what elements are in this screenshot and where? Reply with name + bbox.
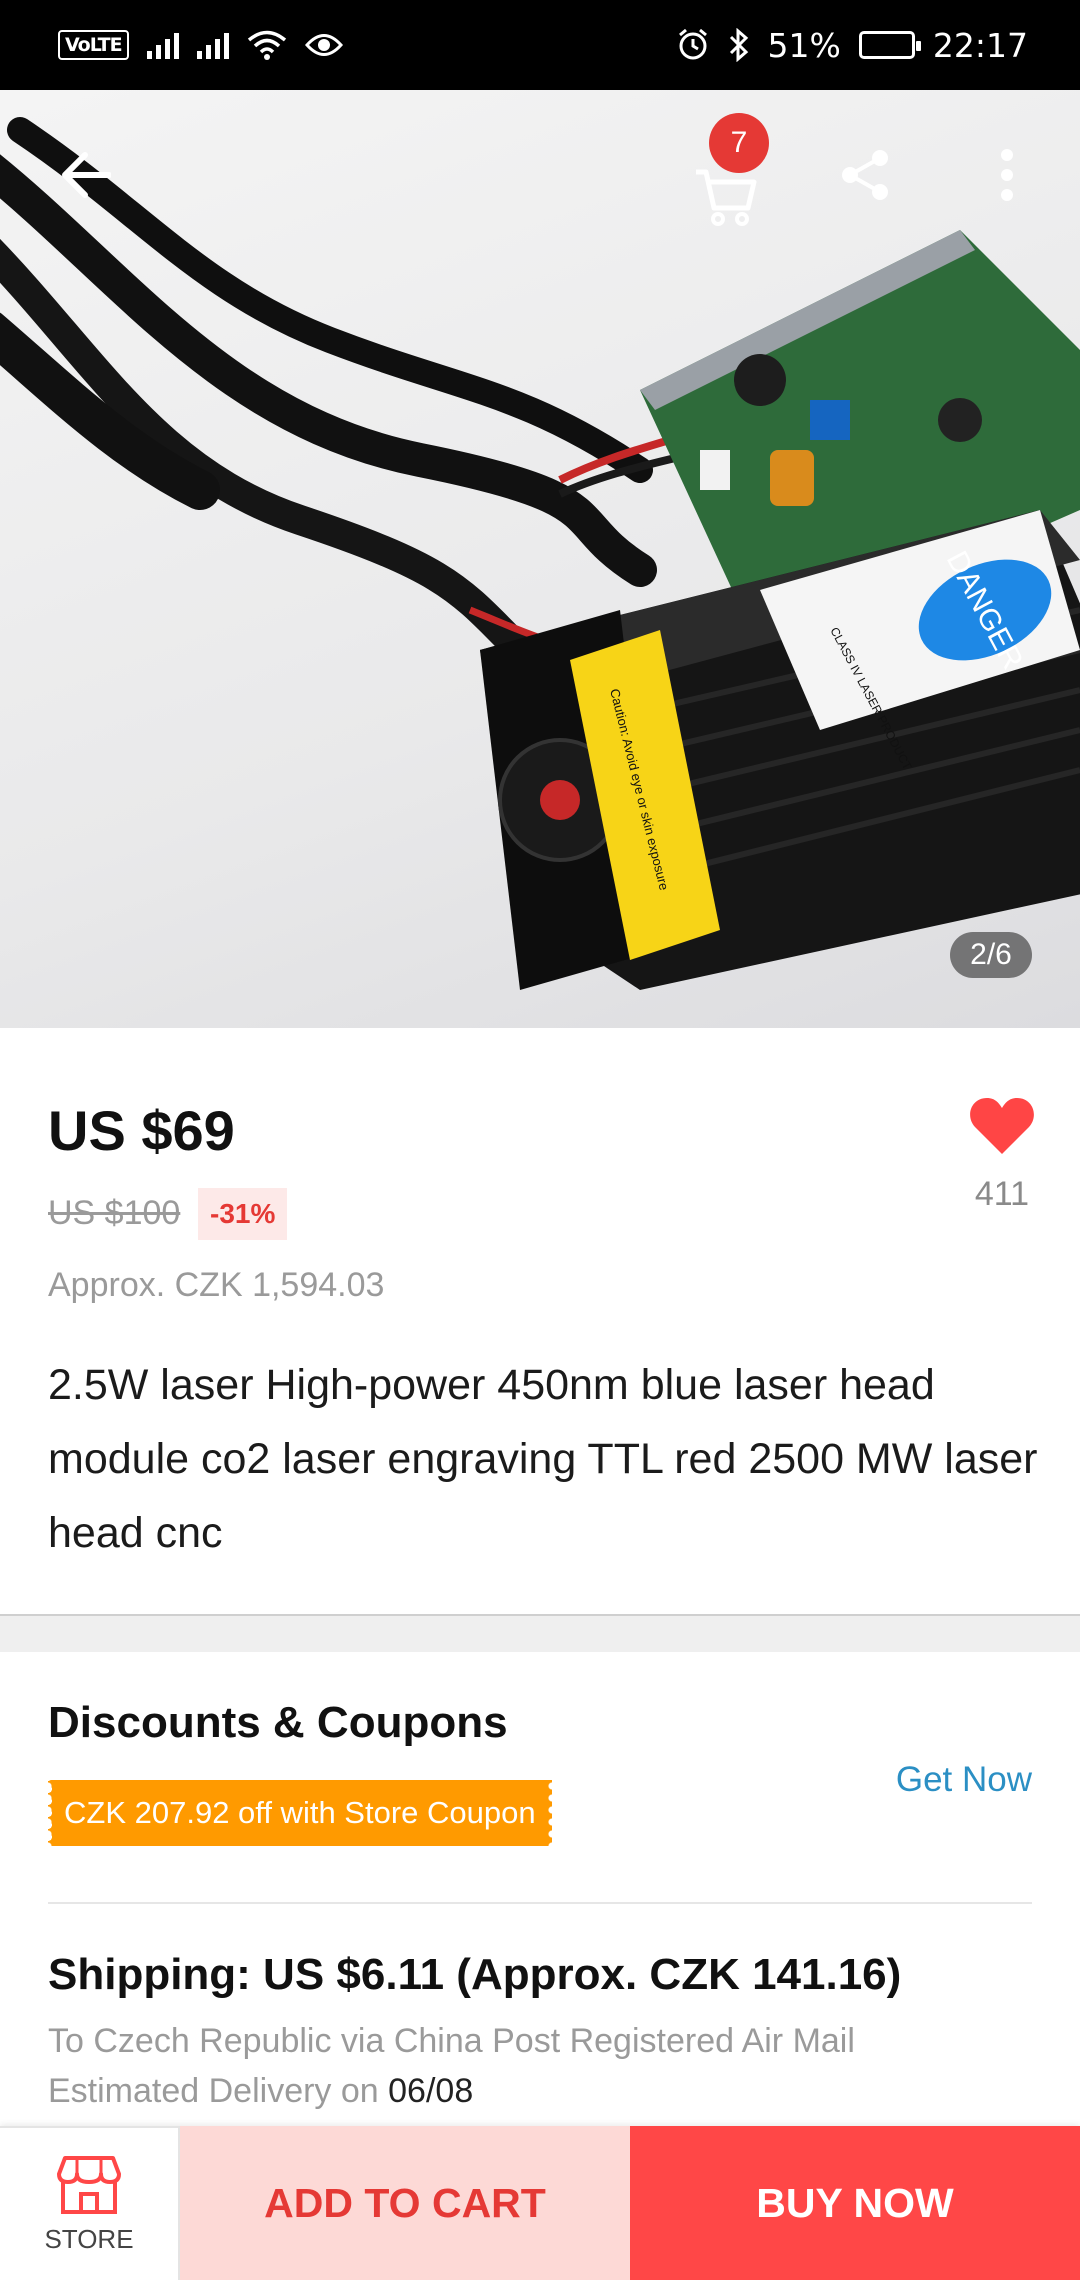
clock: 22:17 <box>932 25 1028 65</box>
more-button[interactable] <box>962 130 1052 220</box>
product-detail-screen: VoLTE 51% 22:17 DANGER Caution: Avoid ey… <box>0 0 1080 2280</box>
get-coupon-link[interactable]: Get Now <box>896 1760 1032 1800</box>
store-label: STORE <box>44 2223 134 2254</box>
shipping-route: To Czech Republic via China Post Registe… <box>48 2022 855 2060</box>
back-button[interactable] <box>40 130 130 220</box>
signal-icon <box>196 31 229 59</box>
product-gallery[interactable]: DANGER Caution: Avoid eye or skin exposu… <box>0 90 1080 1028</box>
bottom-action-bar: STORE ADD TO CART BUY NOW <box>0 2126 1080 2280</box>
heart-icon <box>970 1098 1034 1154</box>
wifi-icon <box>247 30 286 60</box>
wishlist-button[interactable]: 411 <box>962 1096 1042 1214</box>
cart-count-badge: 7 <box>709 113 769 173</box>
wishlist-count: 411 <box>974 1175 1030 1213</box>
approx-price: Approx. CZK 1,594.03 <box>48 1266 385 1304</box>
alarm-icon <box>678 28 707 60</box>
battery-percent: 51% <box>767 25 841 65</box>
estimated-delivery: Estimated Delivery on 06/08 <box>48 2072 473 2111</box>
status-left: VoLTE <box>58 29 343 61</box>
bluetooth-icon <box>729 28 748 62</box>
shipping-heading[interactable]: Shipping: US $6.11 (Approx. CZK 141.16) <box>48 1950 901 2000</box>
eye-icon <box>304 34 343 56</box>
product-info: US $69 US $100 -31% Approx. CZK 1,594.03… <box>0 1028 1080 1618</box>
section-separator <box>48 1902 1032 1904</box>
store-icon <box>57 2155 121 2214</box>
original-price: US $100 <box>48 1194 181 1232</box>
more-vertical-icon <box>1001 149 1013 201</box>
discount-badge: -31% <box>198 1188 288 1240</box>
delivery-prefix: Estimated Delivery on <box>48 2072 389 2110</box>
section-gap <box>0 1616 1080 1652</box>
battery-icon <box>858 31 921 59</box>
current-price: US $69 <box>48 1099 235 1162</box>
share-button[interactable] <box>820 130 910 220</box>
product-title: 2.5W laser High-power 450nm blue laser h… <box>48 1361 1038 1557</box>
back-arrow-icon <box>62 152 111 198</box>
buy-now-button[interactable]: BUY NOW <box>630 2126 1080 2280</box>
store-coupon[interactable]: CZK 207.92 off with Store Coupon <box>44 1780 556 1846</box>
status-right: 51% 22:17 <box>676 26 1028 65</box>
store-button[interactable]: STORE <box>0 2126 180 2280</box>
product-image: DANGER Caution: Avoid eye or skin exposu… <box>0 117 1080 990</box>
volte-badge: VoLTE <box>58 30 129 60</box>
signal-icon <box>146 31 179 59</box>
delivery-date: 06/08 <box>388 2072 474 2110</box>
gallery-pager: 2/6 <box>950 932 1032 978</box>
add-to-cart-button[interactable]: ADD TO CART <box>180 2126 630 2280</box>
share-icon <box>842 150 888 200</box>
status-bar: VoLTE 51% 22:17 <box>0 0 1080 90</box>
coupons-heading: Discounts & Coupons <box>48 1698 508 1747</box>
cart-icon <box>696 169 757 226</box>
